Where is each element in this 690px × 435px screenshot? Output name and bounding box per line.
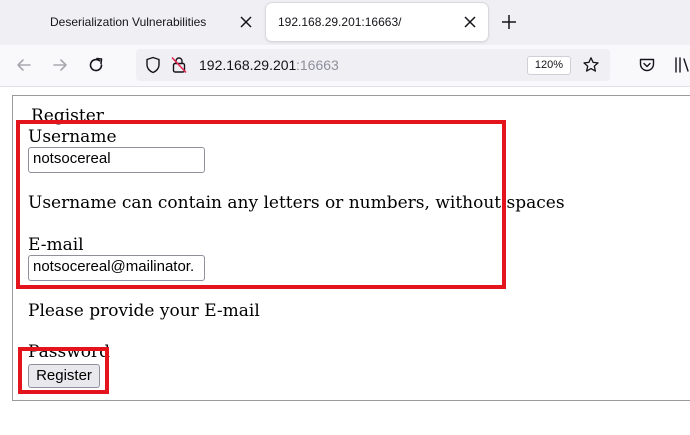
tab-current[interactable]: 192.168.29.201:16663/ [266,3,488,41]
tab-title: 192.168.29.201:16663/ [278,15,402,29]
highlight-box-register [18,347,109,394]
insecure-lock-icon[interactable] [171,56,187,74]
tab-deserialization[interactable]: Deserialization Vulnerabilities [0,0,262,45]
plus-icon[interactable] [500,13,518,31]
tab-strip: Deserialization Vulnerabilities 192.168.… [0,0,690,45]
url-host: 192.168.29.201 [199,57,297,73]
reload-icon[interactable] [86,55,106,75]
nav-bar: 192.168.29.201 :16663 120% [0,45,690,87]
close-icon[interactable] [238,14,254,30]
forward-arrow-icon[interactable] [50,55,70,75]
shield-icon[interactable] [145,56,161,74]
highlight-box-fields [16,120,506,289]
close-icon[interactable] [462,14,478,30]
email-hint: Please provide your E-mail [28,301,260,321]
pocket-icon[interactable] [638,56,656,74]
url-port: :16663 [296,57,339,73]
url-bar[interactable]: 192.168.29.201 :16663 120% [136,49,610,81]
star-icon[interactable] [582,56,600,74]
zoom-indicator[interactable]: 120% [527,56,571,75]
tab-title: Deserialization Vulnerabilities [50,15,207,29]
back-arrow-icon[interactable] [14,55,34,75]
library-icon[interactable] [674,56,690,74]
